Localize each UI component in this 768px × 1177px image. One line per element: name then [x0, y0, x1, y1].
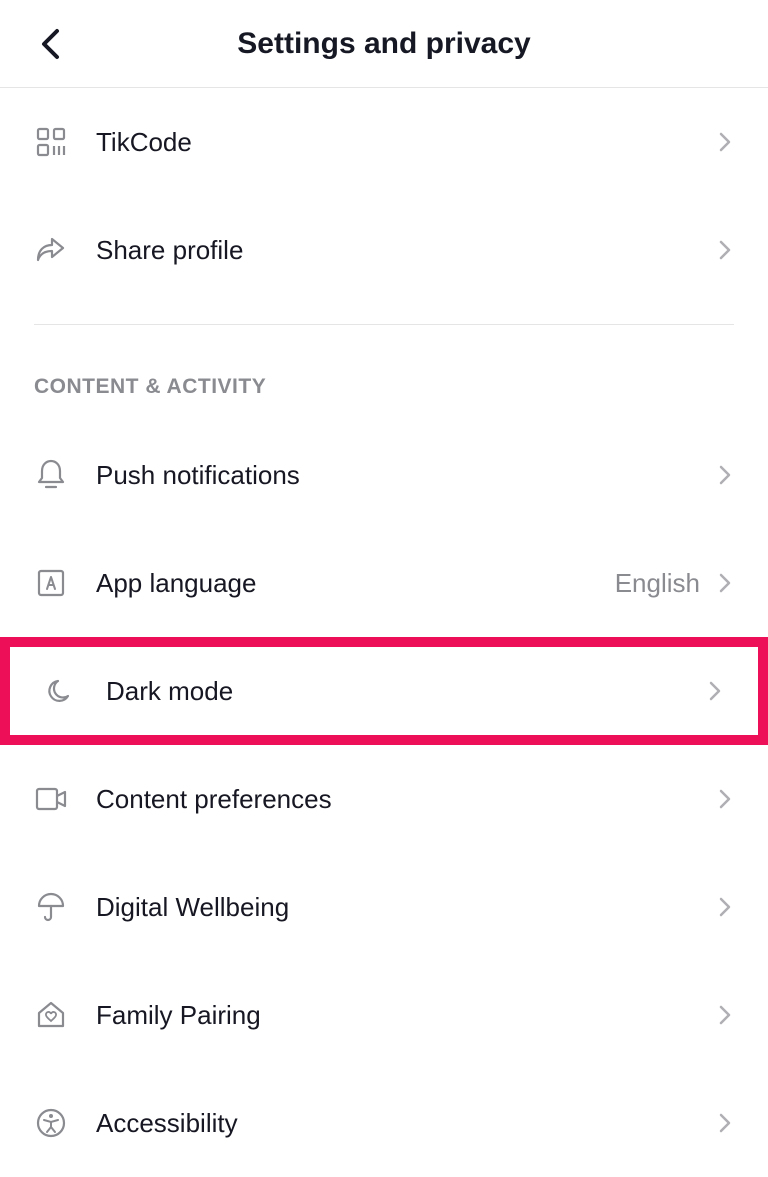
item-label: Share profile — [96, 235, 716, 266]
qrcode-icon — [34, 125, 68, 159]
chevron-right-icon — [716, 241, 734, 259]
chevron-right-icon — [716, 1006, 734, 1024]
item-label: Family Pairing — [96, 1000, 716, 1031]
item-label: Accessibility — [96, 1108, 716, 1139]
item-label: App language — [96, 568, 615, 599]
item-label: Push notifications — [96, 460, 716, 491]
back-button[interactable] — [30, 24, 70, 64]
settings-item-share-profile[interactable]: Share profile — [0, 196, 768, 304]
settings-item-content-preferences[interactable]: Content preferences — [0, 745, 768, 853]
item-label: Content preferences — [96, 784, 716, 815]
settings-item-push-notifications[interactable]: Push notifications — [0, 421, 768, 529]
chevron-right-icon — [716, 574, 734, 592]
settings-item-app-language[interactable]: App language English — [0, 529, 768, 637]
home-heart-icon — [34, 998, 68, 1032]
share-icon — [34, 233, 68, 267]
section-header-content-activity: CONTENT & ACTIVITY — [0, 325, 768, 421]
item-label: TikCode — [96, 127, 716, 158]
chevron-right-icon — [706, 682, 724, 700]
settings-list: TikCode Share profile CONTENT & ACTIVITY — [0, 88, 768, 1177]
chevron-left-icon — [39, 27, 61, 61]
umbrella-icon — [34, 890, 68, 924]
settings-item-family-pairing[interactable]: Family Pairing — [0, 961, 768, 1069]
chevron-right-icon — [716, 790, 734, 808]
settings-item-tikcode[interactable]: TikCode — [0, 88, 768, 196]
page-title: Settings and privacy — [30, 27, 738, 61]
settings-item-digital-wellbeing[interactable]: Digital Wellbeing — [0, 853, 768, 961]
moon-icon — [44, 674, 78, 708]
item-value: English — [615, 568, 700, 599]
chevron-right-icon — [716, 466, 734, 484]
chevron-right-icon — [716, 133, 734, 151]
chevron-right-icon — [716, 1114, 734, 1132]
accessibility-icon — [34, 1106, 68, 1140]
item-label: Dark mode — [106, 676, 706, 707]
video-icon — [34, 782, 68, 816]
language-icon — [34, 566, 68, 600]
bell-icon — [34, 458, 68, 492]
item-label: Digital Wellbeing — [96, 892, 716, 923]
chevron-right-icon — [716, 898, 734, 916]
header: Settings and privacy — [0, 0, 768, 88]
settings-item-dark-mode[interactable]: Dark mode — [0, 637, 768, 745]
